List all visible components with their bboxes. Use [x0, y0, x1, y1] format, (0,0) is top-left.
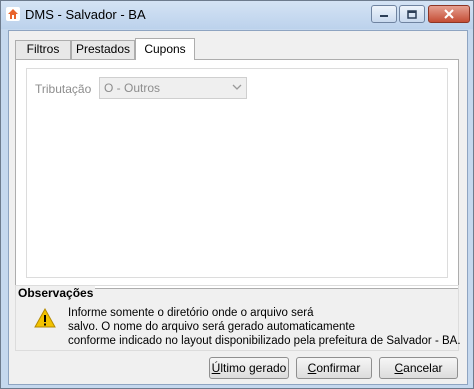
observacoes-line: salvo. O nome do arquivo será gerado aut… [68, 321, 356, 333]
dialog-body: Filtros Prestados Cupons Tributação O - … [8, 30, 468, 385]
close-button[interactable] [428, 5, 470, 23]
tributacao-value: O - Outros [104, 81, 161, 95]
observacoes-line: Informe somente o diretório onde o arqui… [68, 307, 314, 319]
tributacao-label: Tributação [35, 82, 92, 96]
cupons-group: Tributação O - Outros [26, 68, 448, 278]
maximize-button[interactable] [399, 5, 425, 23]
observacoes-group: Observações Informe somente o diretório … [15, 285, 461, 351]
dialog-window: DMS - Salvador - BA Filtros Prestados Cu… [0, 0, 474, 389]
tributacao-select[interactable]: O - Outros [99, 77, 247, 99]
maximize-icon [407, 9, 417, 19]
confirmar-label: onfirmar [316, 361, 361, 375]
cancelar-accel: C [394, 361, 404, 375]
tab-filtros[interactable]: Filtros [15, 40, 71, 59]
ultimo-gerado-accel: Ú [211, 361, 221, 375]
cancelar-button[interactable]: Cancelar [379, 357, 458, 379]
tab-panel-cupons: Tributação O - Outros [15, 59, 459, 289]
ultimo-gerado-button[interactable]: Último gerado [209, 357, 289, 379]
cancelar-label: ancelar [403, 361, 443, 375]
tab-prestados[interactable]: Prestados [71, 40, 135, 59]
minimize-icon [380, 15, 388, 17]
app-icon [6, 7, 20, 21]
close-icon [444, 9, 454, 19]
chevron-down-icon [232, 84, 242, 90]
confirmar-button[interactable]: Confirmar [296, 357, 372, 379]
observacoes-text: Informe somente o diretório onde o arqui… [68, 306, 461, 348]
warning-icon [34, 308, 56, 328]
minimize-button[interactable] [371, 5, 397, 23]
tab-cupons[interactable]: Cupons [135, 38, 195, 60]
observacoes-title: Observações [16, 286, 96, 300]
ultimo-gerado-label: ltimo gerado [220, 361, 287, 375]
observacoes-line: conforme indicado no layout disponibiliz… [68, 335, 461, 347]
window-title: DMS - Salvador - BA [25, 7, 146, 22]
title-bar[interactable]: DMS - Salvador - BA [1, 1, 473, 29]
